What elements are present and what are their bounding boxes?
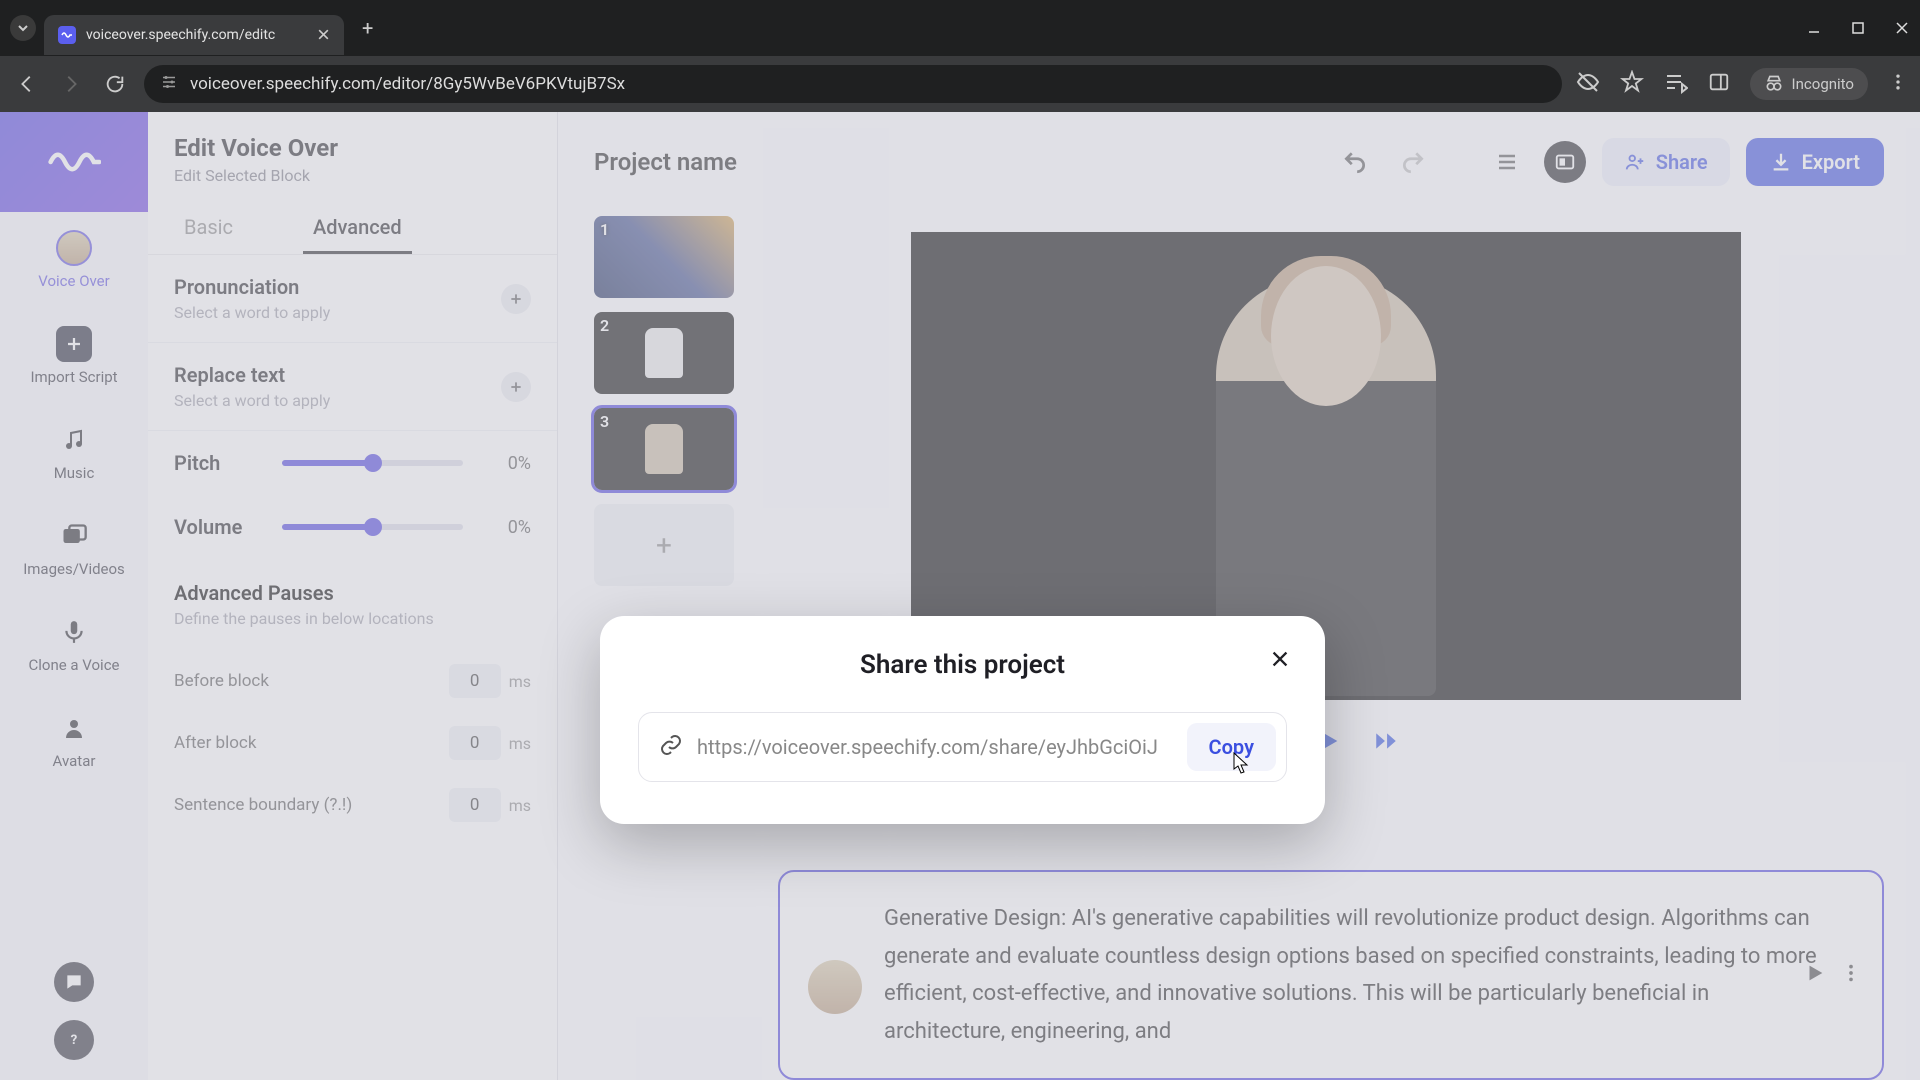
eye-off-icon[interactable] (1576, 70, 1600, 98)
kebab-menu-icon[interactable] (1888, 72, 1908, 96)
site-settings-icon[interactable] (160, 73, 178, 96)
tab-title: voiceover.speechify.com/editc (86, 27, 307, 43)
modal-title: Share this project (638, 650, 1287, 680)
copy-button[interactable]: Copy (1187, 723, 1276, 771)
back-button[interactable] (12, 69, 42, 99)
new-tab-button[interactable]: + (362, 16, 373, 40)
minimize-icon[interactable] (1806, 20, 1822, 36)
close-window-icon[interactable] (1894, 20, 1910, 36)
incognito-badge[interactable]: Incognito (1750, 68, 1868, 100)
share-link-row: https://voiceover.speechify.com/share/ey… (638, 712, 1287, 782)
address-bar: voiceover.speechify.com/editor/8Gy5WvBeV… (0, 56, 1920, 112)
url-text: voiceover.speechify.com/editor/8Gy5WvBeV… (190, 74, 625, 94)
share-link-text[interactable]: https://voiceover.speechify.com/share/ey… (697, 735, 1187, 759)
browser-tab-strip: voiceover.speechify.com/editc + (0, 0, 1920, 56)
link-icon (659, 733, 683, 761)
browser-tab[interactable]: voiceover.speechify.com/editc (44, 15, 344, 55)
forward-button[interactable] (56, 69, 86, 99)
reload-button[interactable] (100, 69, 130, 99)
modal-close-button[interactable] (1265, 644, 1295, 674)
incognito-icon (1764, 74, 1784, 94)
share-modal: Share this project https://voiceover.spe… (600, 616, 1325, 824)
app-root: Voice Over Import Script Music Images/Vi… (0, 112, 1920, 1080)
bookmark-star-icon[interactable] (1620, 70, 1644, 98)
tab-close-icon[interactable] (317, 26, 330, 45)
url-input[interactable]: voiceover.speechify.com/editor/8Gy5WvBeV… (144, 65, 1562, 103)
favicon-icon (58, 26, 76, 44)
window-controls (1806, 20, 1910, 36)
incognito-label: Incognito (1792, 75, 1854, 93)
tabs-dropdown[interactable] (10, 15, 36, 41)
maximize-icon[interactable] (1850, 20, 1866, 36)
modal-backdrop[interactable] (0, 112, 1920, 1080)
sidepanel-icon[interactable] (1708, 71, 1730, 97)
playlist-icon[interactable] (1664, 70, 1688, 98)
